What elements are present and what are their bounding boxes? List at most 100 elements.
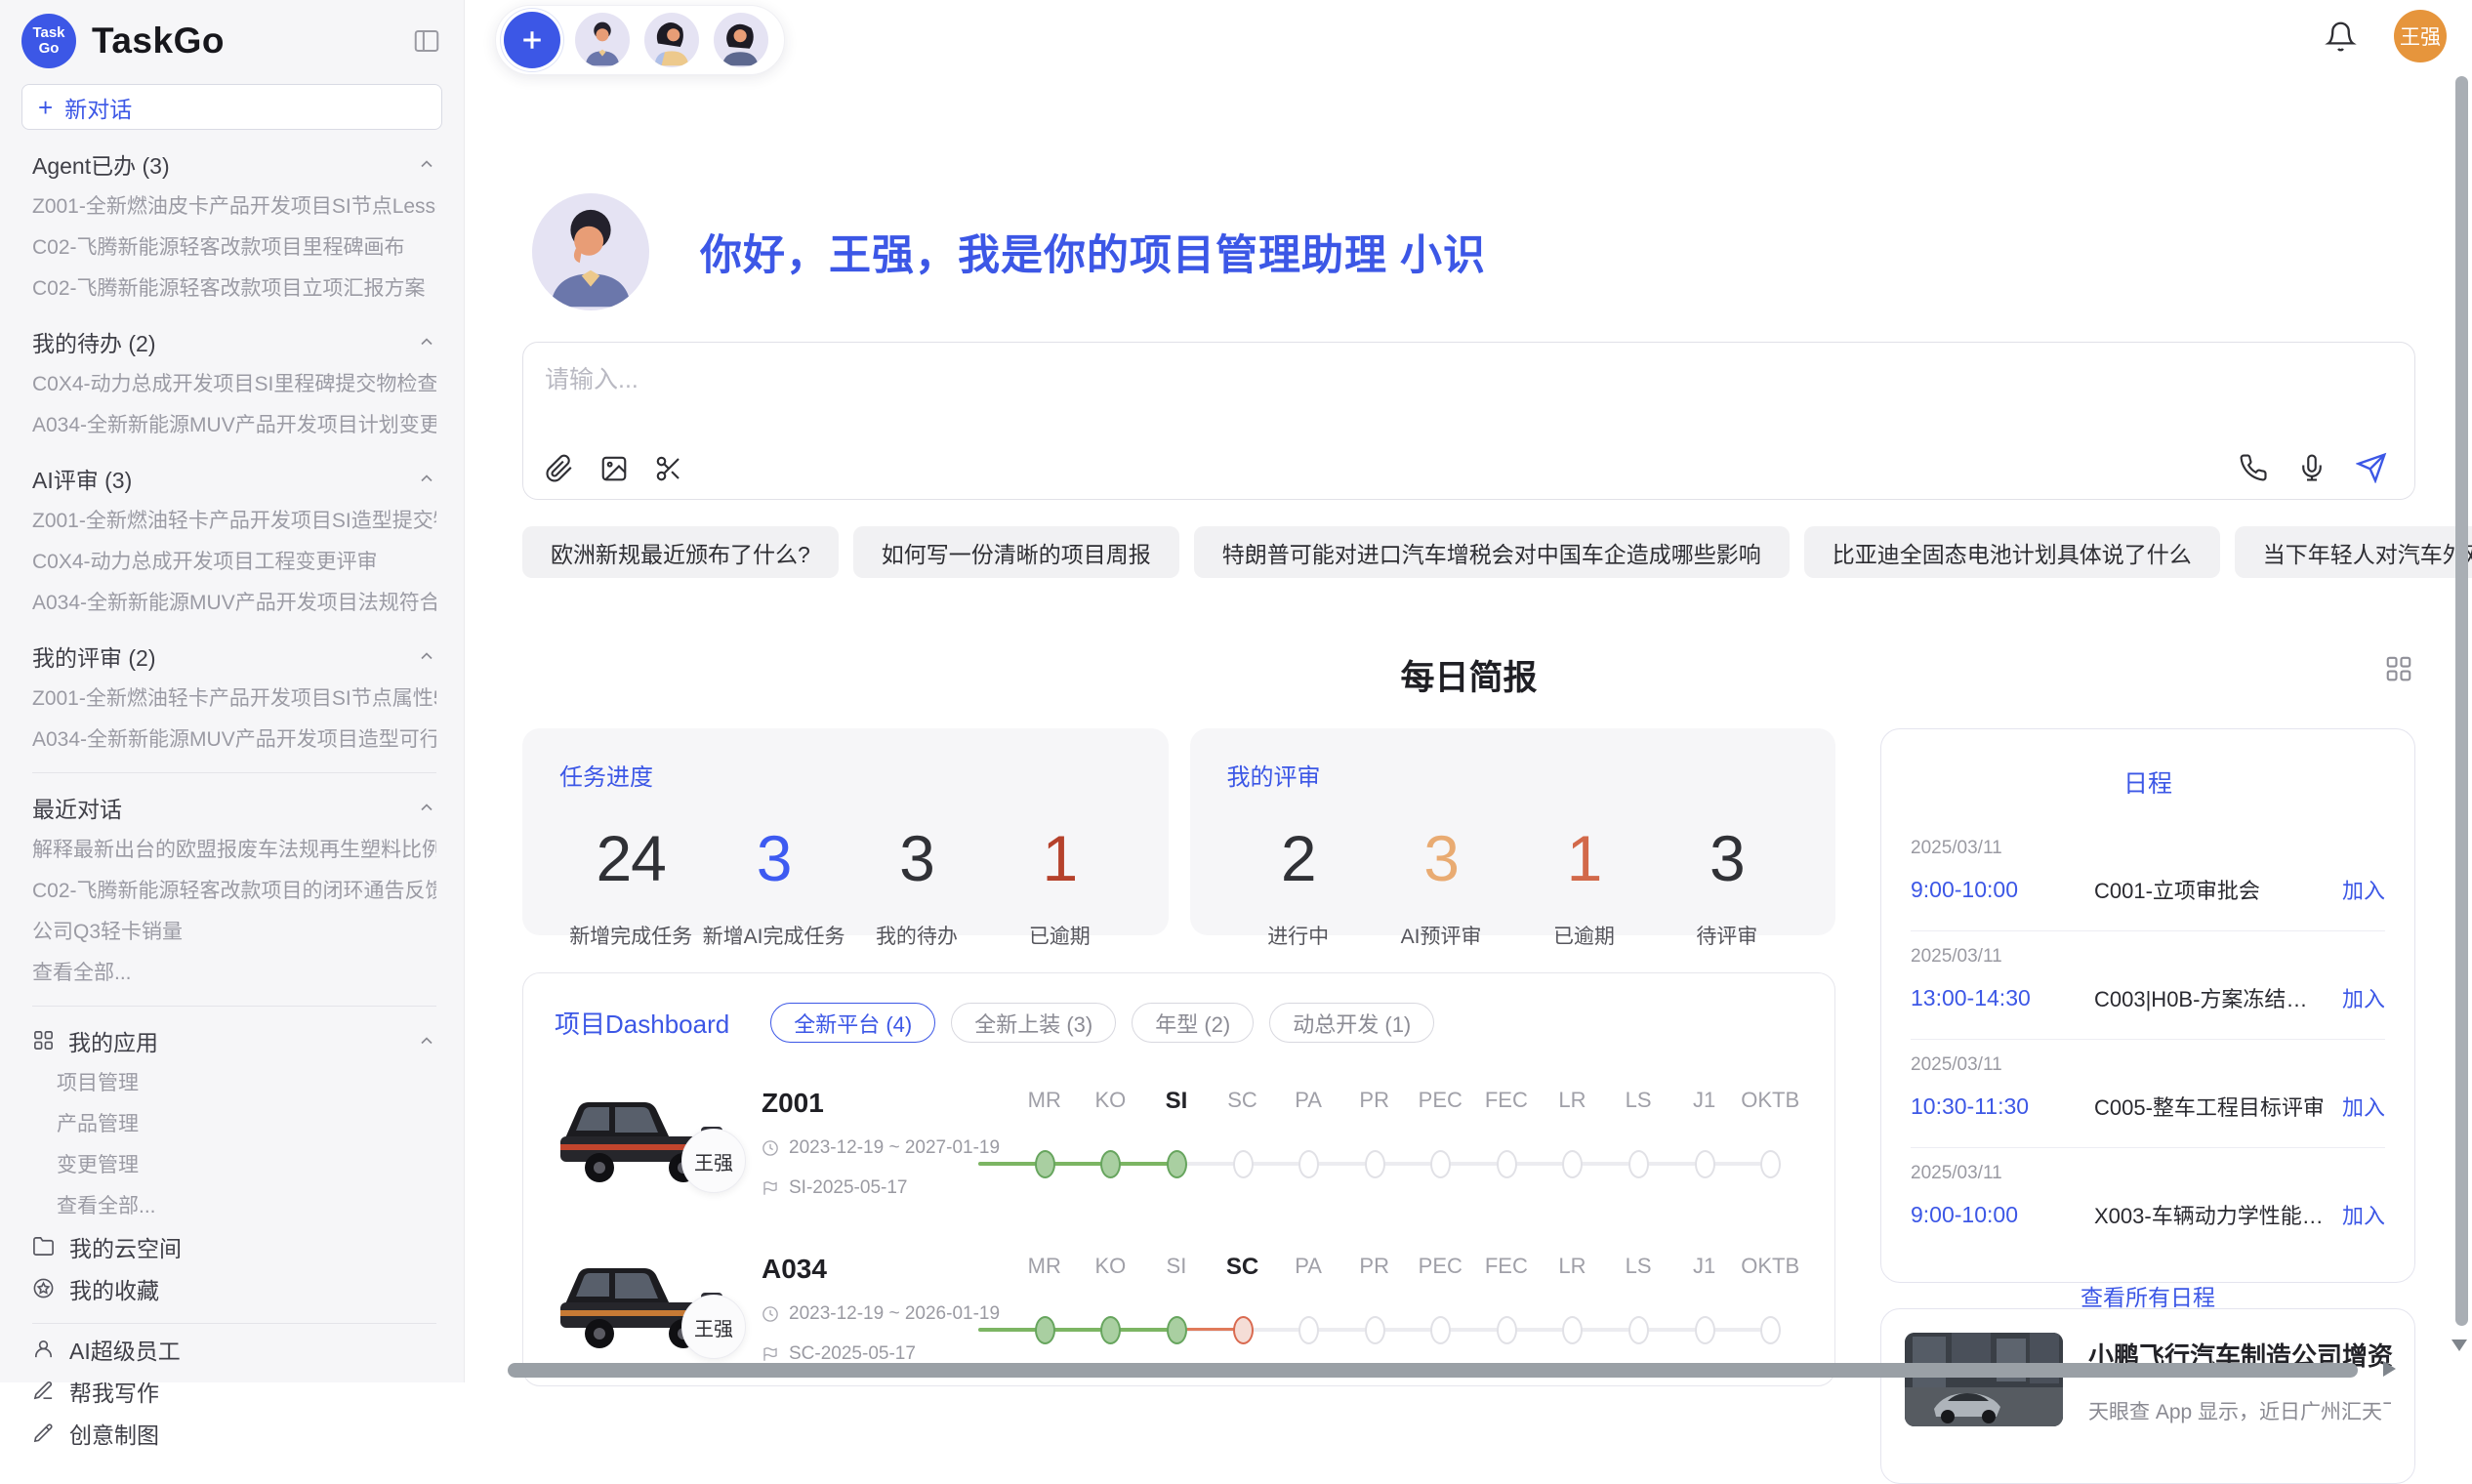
- sidebar-item-change-mgmt[interactable]: 变更管理: [57, 1143, 436, 1184]
- suggestion-chip[interactable]: 如何写一份清晰的项目周报: [853, 526, 1179, 578]
- list-item[interactable]: C0X4-动力总成开发项目SI里程碑提交物检查: [32, 362, 436, 403]
- chevron-up-icon[interactable]: [417, 154, 436, 174]
- project-name: Z001: [762, 1088, 1011, 1119]
- send-icon[interactable]: [2356, 452, 2387, 483]
- section-header-agent-done[interactable]: Agent已办 (3): [32, 143, 436, 185]
- list-item[interactable]: Z001-全新燃油轻卡产品开发项目SI造型提交物评审: [32, 499, 436, 540]
- join-link[interactable]: 加入: [2342, 874, 2385, 905]
- avatar[interactable]: [575, 13, 630, 67]
- milestone-dot: [1035, 1316, 1055, 1344]
- stat-value: 24: [559, 821, 702, 895]
- new-chat-button[interactable]: + 新对话: [21, 84, 442, 130]
- sidebar-item-favorites[interactable]: 我的收藏: [32, 1267, 436, 1309]
- milestone-label: LS: [1605, 1254, 1671, 1279]
- scissors-icon[interactable]: [654, 454, 683, 483]
- milestone-dot: [1760, 1316, 1781, 1344]
- milestone-label: PR: [1341, 1254, 1408, 1279]
- list-item[interactable]: 解释最新出台的欧盟报废车法规再生塑料比例被调至15%...: [32, 828, 436, 869]
- news-card[interactable]: 小鹏飞行汽车制造公司增资 天眼查 App 显示，近日广州汇天飞行汽...: [1880, 1308, 2415, 1484]
- chevron-up-icon[interactable]: [417, 469, 436, 488]
- schedule-entry: 2025/03/11 9:00-10:00 X003-车辆动力学性能验... 加…: [1911, 1148, 2385, 1256]
- project-owner-avatar[interactable]: 王强: [681, 1295, 746, 1359]
- my-review-card: 我的评审 2进行中 3AI预评审 1已逾期 3待评审: [1190, 728, 1836, 935]
- avatar[interactable]: [714, 13, 768, 67]
- milestone-dot: [1100, 1150, 1121, 1178]
- list-item[interactable]: A034-全新新能源MUV产品开发项目造型可行性评审: [32, 718, 436, 759]
- join-link[interactable]: 加入: [2342, 1199, 2385, 1230]
- milestone-dot: [1497, 1150, 1517, 1178]
- chevron-up-icon[interactable]: [417, 1031, 436, 1051]
- list-item[interactable]: C02-飞腾新能源轻客改款项目里程碑画布: [32, 226, 436, 267]
- topbar-right: 王强: [2325, 10, 2447, 62]
- sidebar-item-creative-draw[interactable]: 创意制图: [32, 1412, 436, 1454]
- sidebar-item-help-write[interactable]: 帮我写作: [32, 1370, 436, 1412]
- sidebar-item-product-mgmt[interactable]: 产品管理: [57, 1102, 436, 1143]
- milestone-label: FEC: [1473, 1088, 1540, 1113]
- milestone-dot: [1695, 1150, 1715, 1178]
- vertical-scrollbar[interactable]: [2455, 76, 2468, 1326]
- list-item[interactable]: C02-飞腾新能源轻客改款项目立项汇报方案: [32, 267, 436, 308]
- suggestion-chip[interactable]: 比亚迪全固态电池计划具体说了什么: [1804, 526, 2220, 578]
- sidebar-item-project-mgmt[interactable]: 项目管理: [57, 1061, 436, 1102]
- chevron-up-icon[interactable]: [417, 798, 436, 817]
- milestone-track: MRKOSISCPAPRPECFECLRLSJ1OKTB: [1011, 1246, 1803, 1375]
- user-avatar[interactable]: 王强: [2394, 10, 2447, 62]
- avatar[interactable]: [644, 13, 699, 67]
- list-item[interactable]: 公司Q3轻卡销量: [32, 910, 436, 951]
- chat-input[interactable]: [545, 366, 2385, 394]
- list-item[interactable]: C02-飞腾新能源轻客改款项目的闭环通告反馈情况: [32, 869, 436, 910]
- view-all-apps[interactable]: 查看全部...: [57, 1184, 436, 1225]
- tab-powertrain[interactable]: 动总开发 (1): [1269, 1003, 1434, 1043]
- apps-grid-icon: [32, 1029, 55, 1051]
- microphone-icon[interactable]: [2297, 453, 2327, 482]
- sidebar-item-ai-employee[interactable]: AI超级员工: [32, 1328, 436, 1370]
- suggestion-chip[interactable]: 当下年轻人对汽车外观有怎样的喜好趋势: [2235, 526, 2472, 578]
- project-row[interactable]: 王强 Z001 2023-12-19 ~ 2027-01-19 SI-2025-…: [555, 1080, 1803, 1209]
- add-agent-button[interactable]: [504, 12, 560, 68]
- schedule-time: 10:30-11:30: [1911, 1093, 2075, 1120]
- list-item[interactable]: A034-全新新能源MUV产品开发项目法规符合性评审: [32, 581, 436, 622]
- schedule-time: 13:00-14:30: [1911, 985, 2075, 1011]
- sidebar-item-cloud-space[interactable]: 我的云空间: [32, 1225, 436, 1267]
- list-item[interactable]: A034-全新新能源MUV产品开发项目计划变更表编写: [32, 403, 436, 444]
- scroll-down-arrow-icon[interactable]: [2451, 1340, 2467, 1351]
- phone-call-icon[interactable]: [2239, 453, 2268, 482]
- news-image: [1905, 1333, 2063, 1426]
- stats-row: 任务进度 24新增完成任务 3新增AI完成任务 3我的待办 1已逾期 我的评审 …: [522, 728, 1835, 935]
- milestone-label: J1: [1671, 1254, 1738, 1279]
- section-header-my-todo[interactable]: 我的待办 (2): [32, 320, 436, 362]
- attachment-icon[interactable]: [545, 454, 574, 483]
- notification-bell-icon[interactable]: [2325, 21, 2357, 53]
- scroll-right-arrow-icon[interactable]: [2383, 1361, 2396, 1377]
- list-item[interactable]: Z001-全新燃油轻卡产品开发项目SI节点属性5D文件评审: [32, 677, 436, 718]
- chevron-up-icon[interactable]: [417, 646, 436, 666]
- view-all-chats[interactable]: 查看全部...: [32, 951, 436, 992]
- layout-grid-icon[interactable]: [2384, 654, 2413, 688]
- image-icon[interactable]: [599, 454, 629, 483]
- tab-year-model[interactable]: 年型 (2): [1132, 1003, 1254, 1043]
- section-header-ai-review[interactable]: AI评审 (3): [32, 457, 436, 499]
- project-owner-avatar[interactable]: 王强: [681, 1129, 746, 1193]
- join-link[interactable]: 加入: [2342, 1091, 2385, 1122]
- person-icon: [32, 1338, 55, 1360]
- chat-input-card: [522, 342, 2415, 500]
- collapse-sidebar-icon[interactable]: [411, 26, 442, 56]
- section-header-recent-chats[interactable]: 最近对话: [32, 786, 436, 828]
- milestone-label: J1: [1671, 1088, 1738, 1113]
- section-header-my-review[interactable]: 我的评审 (2): [32, 635, 436, 677]
- suggestion-chip[interactable]: 欧洲新规最近颁布了什么?: [522, 526, 839, 578]
- list-item[interactable]: Z001-全新燃油皮卡产品开发项目SI节点Lesson Learn报告: [32, 185, 436, 226]
- section-header-my-apps[interactable]: 我的应用: [32, 1019, 436, 1061]
- sidebar-item-label: AI超级员工: [69, 1333, 181, 1366]
- divider: [32, 1006, 436, 1007]
- tab-new-body[interactable]: 全新上装 (3): [951, 1003, 1116, 1043]
- view-all-schedule-link[interactable]: 查看所有日程: [1911, 1279, 2385, 1312]
- suggestion-chip[interactable]: 特朗普可能对进口汽车增税会对中国车企造成哪些影响: [1194, 526, 1790, 578]
- join-link[interactable]: 加入: [2342, 982, 2385, 1013]
- briefing-header: 每日简报: [522, 650, 2415, 693]
- list-item[interactable]: C0X4-动力总成开发项目工程变更评审: [32, 540, 436, 581]
- horizontal-scrollbar[interactable]: [508, 1363, 2358, 1378]
- project-row[interactable]: 王强 A034 2023-12-19 ~ 2026-01-19 SC-2025-…: [555, 1246, 1803, 1375]
- tab-new-platform[interactable]: 全新平台 (4): [770, 1003, 935, 1043]
- chevron-up-icon[interactable]: [417, 332, 436, 351]
